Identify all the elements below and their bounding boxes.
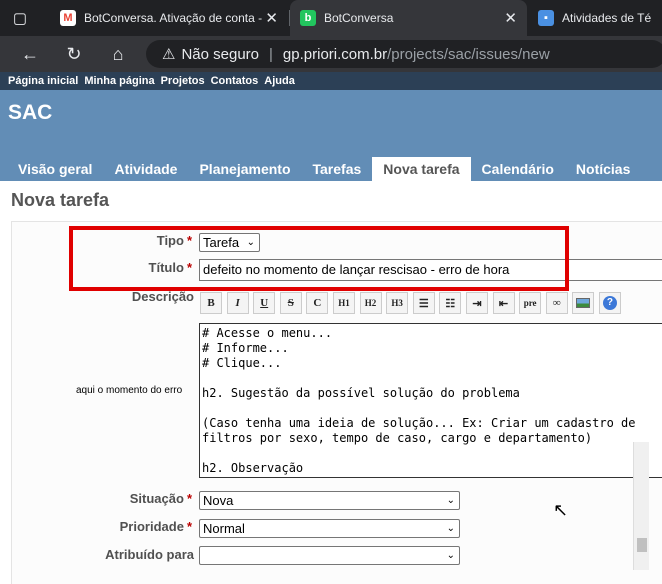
- situacao-label-text: Situação: [129, 491, 184, 506]
- mouse-cursor-icon: ↖: [553, 500, 569, 520]
- outdent-icon: ⇤: [498, 297, 509, 310]
- atribuido-select[interactable]: ⌄: [199, 546, 460, 565]
- situacao-select-value: Nova: [203, 493, 234, 508]
- gmail-icon: M: [60, 10, 76, 26]
- topmenu-home-link[interactable]: Página inicial: [8, 75, 78, 87]
- outdent-button[interactable]: ⇤: [492, 292, 515, 314]
- image-icon: [576, 298, 591, 308]
- topmenu-projects-link[interactable]: Projetos: [161, 75, 205, 87]
- tab-activity[interactable]: Atividade: [103, 157, 188, 181]
- close-icon[interactable]: ✕: [504, 9, 517, 27]
- wiki-toolbar: B I U S C H1 H2 H3 ☰ ☷ ⇥ ⇤ pre ∞ ?: [200, 292, 626, 316]
- top-menu: Página inicial Minha página Projetos Con…: [0, 72, 662, 90]
- heading2-button[interactable]: H2: [359, 292, 382, 314]
- warning-icon: ⚠: [162, 46, 176, 63]
- app-icon: ▪: [538, 10, 554, 26]
- tab-botconversa[interactable]: b BotConversa ✕: [290, 0, 527, 36]
- image-button[interactable]: [572, 292, 595, 314]
- tab-title: Atividades de Té: [562, 11, 652, 25]
- situacao-select[interactable]: Nova ⌄: [199, 491, 460, 510]
- reload-icon[interactable]: ↻: [62, 42, 86, 66]
- help-icon: ?: [602, 296, 617, 310]
- descricao-label: Descrição: [131, 289, 194, 304]
- required-mark: *: [186, 519, 192, 534]
- atribuido-label: Atribuído para: [105, 547, 194, 562]
- url-input[interactable]: ⚠ Não seguro | gp.priori.com.br/projects…: [146, 40, 662, 68]
- prioridade-select-value: Normal: [203, 521, 245, 536]
- italic-button[interactable]: I: [226, 292, 249, 314]
- page-title: Nova tarefa: [11, 190, 110, 210]
- tab-actions-icon[interactable]: ▢: [8, 6, 32, 30]
- indent-icon: ⇥: [472, 297, 482, 310]
- tab-issues[interactable]: Tarefas: [302, 157, 373, 181]
- tab-planning[interactable]: Planejamento: [188, 157, 301, 181]
- topmenu-mypage-link[interactable]: Minha página: [84, 75, 154, 87]
- tab-atividades[interactable]: ▪ Atividades de Té: [530, 0, 662, 36]
- pre-button[interactable]: pre: [519, 292, 542, 314]
- situacao-label: Situação *: [130, 491, 192, 506]
- bullet-list-icon: ☰: [418, 297, 429, 310]
- browser-tab-bar: ▢ M BotConversa. Ativação de conta - ✕ b…: [0, 0, 662, 36]
- back-icon[interactable]: ←: [18, 42, 42, 66]
- tab-overview[interactable]: Visão geral: [0, 157, 103, 181]
- project-header: SAC Visão geral Atividade Planejamento T…: [0, 90, 662, 181]
- strikethrough-button[interactable]: S: [279, 292, 302, 314]
- url-path: /projects/sac/issues/new: [387, 45, 550, 63]
- help-button[interactable]: ?: [598, 292, 621, 314]
- address-bar: ← ↻ ⌂ ⚠ Não seguro | gp.priori.com.br/pr…: [0, 36, 662, 72]
- topmenu-contacts-link[interactable]: Contatos: [211, 75, 259, 87]
- tab-calendar[interactable]: Calendário: [471, 157, 565, 181]
- botconversa-icon: b: [300, 10, 316, 26]
- tab-title: BotConversa: [324, 11, 394, 25]
- main-menu: Visão geral Atividade Planejamento Taref…: [0, 157, 641, 181]
- close-icon[interactable]: ✕: [265, 9, 278, 27]
- heading1-button[interactable]: H1: [332, 292, 355, 314]
- prioridade-select[interactable]: Normal ⌄: [199, 519, 460, 538]
- chevron-down-icon: ⌄: [446, 495, 455, 506]
- bold-button[interactable]: B: [200, 292, 222, 314]
- home-icon[interactable]: ⌂: [106, 42, 130, 66]
- divider: |: [269, 45, 273, 63]
- tab-new-issue[interactable]: Nova tarefa: [372, 157, 471, 181]
- chevron-down-icon: ⌄: [446, 550, 455, 561]
- description-textarea[interactable]: # Acesse o menu... # Informe... # Clique…: [199, 323, 662, 478]
- chevron-down-icon: ⌄: [446, 523, 455, 534]
- ordered-list-button[interactable]: ☷: [439, 292, 462, 314]
- unordered-list-button[interactable]: ☰: [412, 292, 435, 314]
- prioridade-label-text: Prioridade: [119, 519, 184, 534]
- link-icon: ∞: [552, 297, 561, 309]
- tab-gmail[interactable]: M BotConversa. Ativação de conta - ✕: [52, 0, 288, 36]
- security-label: Não seguro: [181, 45, 260, 63]
- highlight-box: [69, 226, 569, 291]
- tab-title: BotConversa. Ativação de conta -: [84, 11, 263, 25]
- required-mark: *: [186, 491, 192, 506]
- indent-button[interactable]: ⇥: [465, 292, 488, 314]
- tab-news[interactable]: Notícias: [565, 157, 641, 181]
- scrollbar-thumb[interactable]: [637, 538, 647, 552]
- code-button[interactable]: C: [306, 292, 329, 314]
- heading3-button[interactable]: H3: [386, 292, 409, 314]
- url-host: gp.priori.com.br: [282, 45, 388, 63]
- project-title: SAC: [8, 101, 53, 124]
- numbered-list-icon: ☷: [445, 297, 456, 310]
- side-note: aqui o momento do erro: [76, 385, 183, 396]
- topmenu-help-link[interactable]: Ajuda: [264, 75, 295, 87]
- prioridade-label: Prioridade *: [120, 519, 192, 534]
- scrollbar[interactable]: [633, 442, 649, 570]
- link-button[interactable]: ∞: [545, 292, 568, 314]
- underline-button[interactable]: U: [253, 292, 276, 314]
